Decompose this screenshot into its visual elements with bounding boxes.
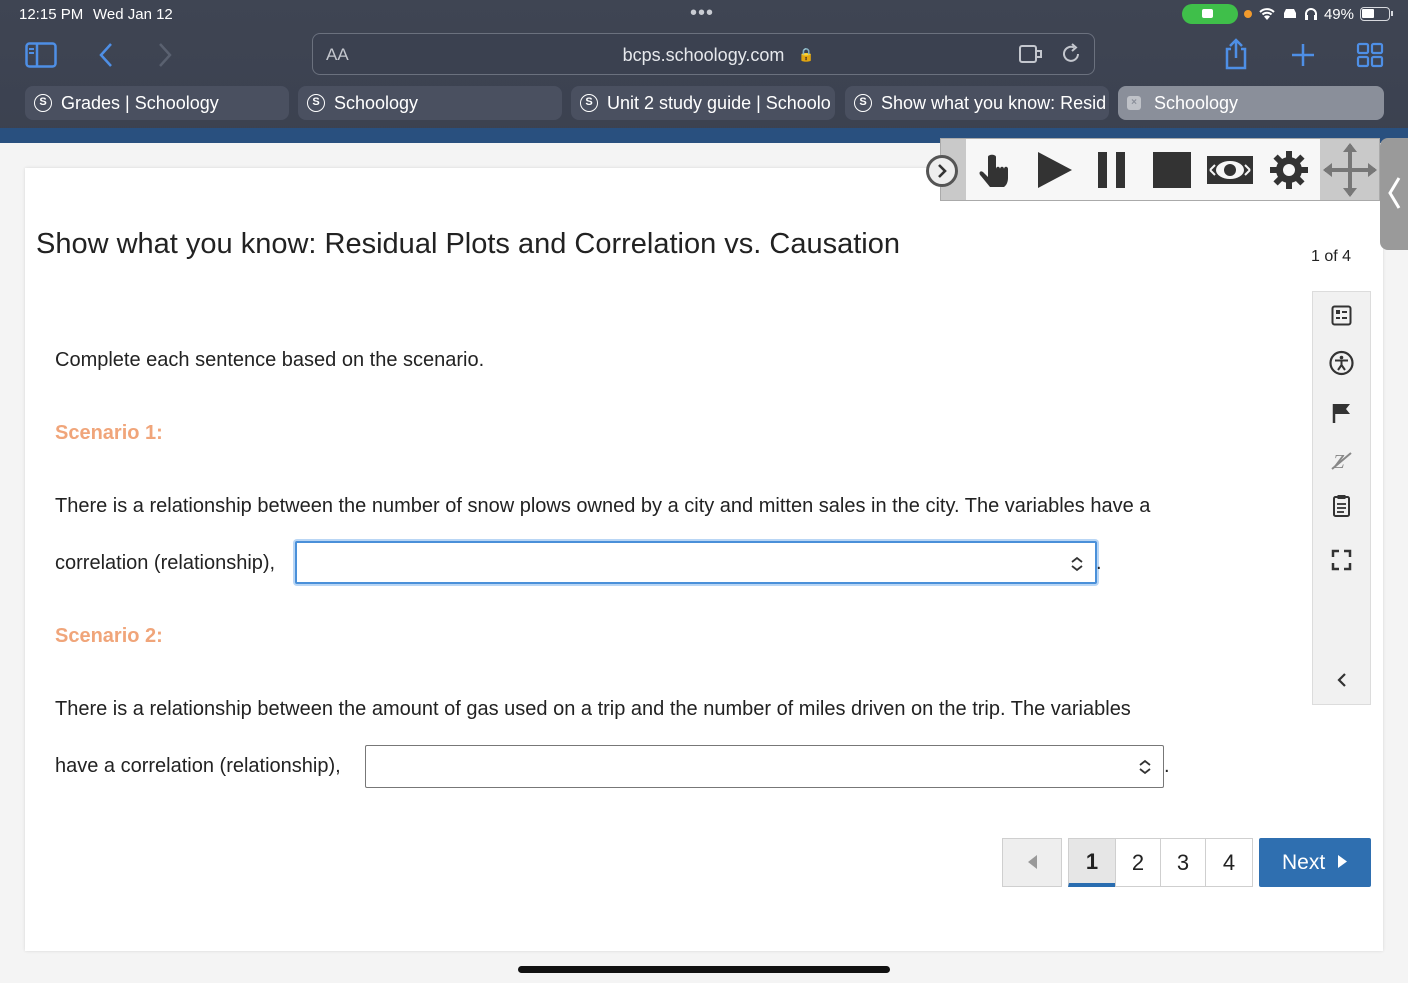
scenario-2-text-cont: have a correlation (relationship), [55, 755, 341, 777]
side-panel-handle[interactable] [1380, 138, 1408, 250]
tab-label: Schoology [1154, 93, 1239, 113]
tools-rail: Z [1312, 291, 1371, 705]
home-indicator [518, 966, 890, 973]
address-bar[interactable]: AA bcps.schoology.com 🔒 [312, 33, 1095, 75]
forward-icon[interactable] [157, 42, 173, 68]
schoology-favicon-icon: S [34, 94, 52, 112]
schoology-favicon-icon: S [307, 94, 325, 112]
camera-in-use-icon [1181, 4, 1238, 24]
scenario-1-period: . [1096, 552, 1102, 574]
tab-label: Grades | Schoology [61, 93, 219, 113]
settings-gear-icon[interactable] [1263, 145, 1315, 195]
scenario-1-text: There is a relationship between the numb… [55, 495, 1151, 517]
triangle-right-icon [1338, 855, 1348, 868]
close-tab-icon[interactable]: × [1127, 96, 1141, 110]
tab-label: Unit 2 study guide | Schoolo [607, 93, 831, 113]
tab-schoology[interactable]: S Schoology [298, 86, 562, 120]
triangle-left-icon [1028, 855, 1037, 869]
question-list-icon[interactable] [1313, 305, 1370, 327]
strikethrough-icon[interactable]: Z [1313, 450, 1370, 472]
page-4-button[interactable]: 4 [1205, 838, 1253, 887]
page-3-button[interactable]: 3 [1160, 838, 1206, 887]
scenario-1-heading: Scenario 1: [55, 422, 163, 444]
instructions: Complete each sentence based on the scen… [55, 349, 485, 371]
tab-show-what-you-know[interactable]: S Show what you know: Resid [845, 86, 1109, 120]
new-tab-icon[interactable] [1290, 42, 1316, 68]
hand-pointer-icon[interactable] [968, 145, 1020, 195]
stop-icon[interactable] [1146, 145, 1198, 195]
chevron-left-icon [1388, 177, 1401, 209]
browser-toolbar: AA bcps.schoology.com 🔒 [0, 28, 1408, 82]
read-aloud-controls [966, 139, 1320, 200]
tab-label: Show what you know: Resid [881, 93, 1107, 113]
status-bar: 12:15 PM Wed Jan 12 ••• 49% [0, 0, 1408, 28]
sidebar-toggle-icon[interactable] [25, 42, 57, 68]
flag-icon[interactable] [1313, 402, 1370, 424]
lock-icon: 🔒 [798, 47, 815, 62]
schoology-favicon-icon: S [854, 94, 872, 112]
scenario-2-heading: Scenario 2: [55, 625, 163, 647]
next-button[interactable]: Next [1259, 838, 1371, 887]
tab-bar: S Grades | Schoology S Schoology S Unit … [0, 86, 1408, 122]
eye-icon[interactable] [1204, 145, 1256, 195]
status-indicators: 49% [1181, 4, 1393, 24]
read-aloud-toolbar [940, 138, 1380, 201]
reader-extension-icon[interactable] [1018, 43, 1044, 65]
svg-text:Z: Z [1333, 451, 1345, 472]
scenario-1-text-cont: correlation (relationship), [55, 552, 276, 574]
scenario-2-text: There is a relationship between the amou… [55, 698, 1131, 720]
status-time: 12:15 PM [19, 6, 84, 23]
tab-unit-2-study-guide[interactable]: S Unit 2 study guide | Schoolo [571, 86, 835, 120]
status-date: Wed Jan 12 [93, 6, 173, 23]
assessment-card: Show what you know: Residual Plots and C… [25, 168, 1383, 951]
browser-chrome: 12:15 PM Wed Jan 12 ••• 49% AA bcps.scho… [0, 0, 1408, 143]
play-icon[interactable] [1028, 145, 1080, 195]
tab-grades[interactable]: S Grades | Schoology [25, 86, 289, 120]
tab-schoology-active[interactable]: × Schoology [1118, 86, 1384, 120]
headphones-icon [1304, 8, 1317, 20]
collapse-rail-icon[interactable] [1313, 671, 1370, 689]
battery-icon [1360, 7, 1393, 21]
page-1-button[interactable]: 1 [1068, 838, 1116, 887]
schoology-favicon-icon: S [580, 94, 598, 112]
dropdown-chevron-icon [1139, 759, 1151, 775]
pause-icon[interactable] [1086, 145, 1138, 195]
collapse-toolbar-button[interactable] [926, 155, 958, 187]
move-arrows-icon[interactable] [1321, 141, 1379, 199]
reload-icon[interactable] [1060, 43, 1082, 65]
address-bar-actions [1018, 43, 1082, 65]
scenario-2-dropdown[interactable] [365, 745, 1164, 788]
accessibility-icon[interactable] [1313, 350, 1370, 376]
question-counter: 1 of 4 [1311, 248, 1352, 265]
notepad-icon[interactable] [1313, 494, 1370, 518]
url-text[interactable]: bcps.schoology.com [313, 45, 1094, 66]
battery-percent: 49% [1323, 5, 1354, 23]
tab-label: Schoology [334, 93, 419, 113]
back-icon[interactable] [98, 42, 114, 68]
multitasking-dots-icon[interactable]: ••• [690, 2, 714, 25]
fullscreen-icon[interactable] [1313, 549, 1370, 571]
share-icon[interactable] [1224, 38, 1248, 70]
microphone-dot-icon [1243, 10, 1252, 18]
car-icon [1283, 9, 1296, 18]
scenario-1-dropdown[interactable] [295, 541, 1097, 584]
next-label: Next [1281, 851, 1326, 874]
tab-overview-icon[interactable] [1356, 42, 1384, 68]
dropdown-chevron-icon [1071, 556, 1083, 572]
previous-page-button[interactable] [1002, 838, 1062, 887]
wifi-icon [1259, 8, 1275, 20]
chevron-right-icon [938, 164, 947, 178]
page-title: Show what you know: Residual Plots and C… [36, 228, 901, 260]
page-2-button[interactable]: 2 [1115, 838, 1161, 887]
scenario-2-period: . [1164, 755, 1170, 777]
